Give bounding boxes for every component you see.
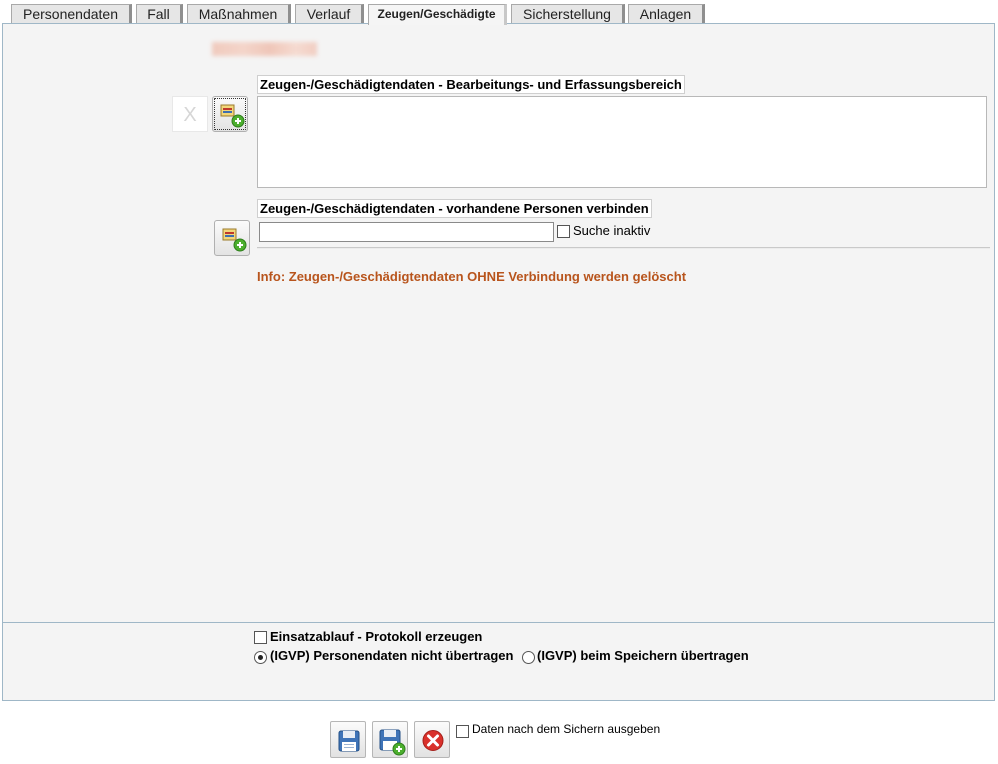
- tab-verlauf[interactable]: Verlauf: [295, 4, 364, 24]
- redacted-person-name: [212, 42, 317, 56]
- radio-igvp-not-transfer[interactable]: [254, 651, 267, 664]
- add-person-button[interactable]: [212, 96, 248, 132]
- connect-section-title: Zeugen-/Geschädigtendaten - vorhandene P…: [257, 199, 652, 218]
- protocol-checkbox[interactable]: [254, 631, 267, 644]
- tab-anlagen[interactable]: Anlagen: [628, 4, 705, 24]
- person-search-input[interactable]: [259, 222, 554, 242]
- connect-person-button[interactable]: [214, 220, 250, 256]
- tab-personendaten[interactable]: Personendaten: [11, 4, 132, 24]
- divider: [257, 247, 990, 249]
- cancel-button[interactable]: [414, 721, 450, 758]
- search-inactive-checkbox[interactable]: [557, 225, 570, 238]
- search-inactive-label: Suche inaktiv: [573, 223, 651, 238]
- editing-section-title: Zeugen-/Geschädigtendaten - Bearbeitungs…: [257, 75, 685, 94]
- protocol-label: Einsatzablauf - Protokoll erzeugen: [270, 629, 483, 644]
- save-and-add-button[interactable]: [372, 721, 408, 758]
- tab-massnahmen[interactable]: Maßnahmen: [187, 4, 291, 24]
- output-after-save-label: Daten nach dem Sichern ausgeben: [472, 722, 661, 736]
- delete-button[interactable]: X: [172, 96, 208, 132]
- delete-label: X: [183, 104, 197, 126]
- radio-igvp-not-transfer-label: (IGVP) Personendaten nicht übertragen: [270, 648, 514, 663]
- tab-zeugen-geschaedigte[interactable]: Zeugen/Geschädigte: [368, 4, 507, 25]
- info-message: Info: Zeugen-/Geschädigtendaten OHNE Ver…: [257, 269, 687, 284]
- tab-fall[interactable]: Fall: [136, 4, 183, 24]
- tab-sicherstellung[interactable]: Sicherstellung: [511, 4, 625, 24]
- tab-bar: Personendaten Fall Maßnahmen Verlauf Zeu…: [0, 0, 998, 25]
- save-button[interactable]: [330, 721, 366, 758]
- radio-igvp-transfer-on-save-label: (IGVP) beim Speichern übertragen: [537, 648, 749, 663]
- output-after-save-checkbox[interactable]: [456, 725, 469, 738]
- radio-igvp-transfer-on-save[interactable]: [522, 651, 535, 664]
- editing-area[interactable]: [257, 96, 987, 188]
